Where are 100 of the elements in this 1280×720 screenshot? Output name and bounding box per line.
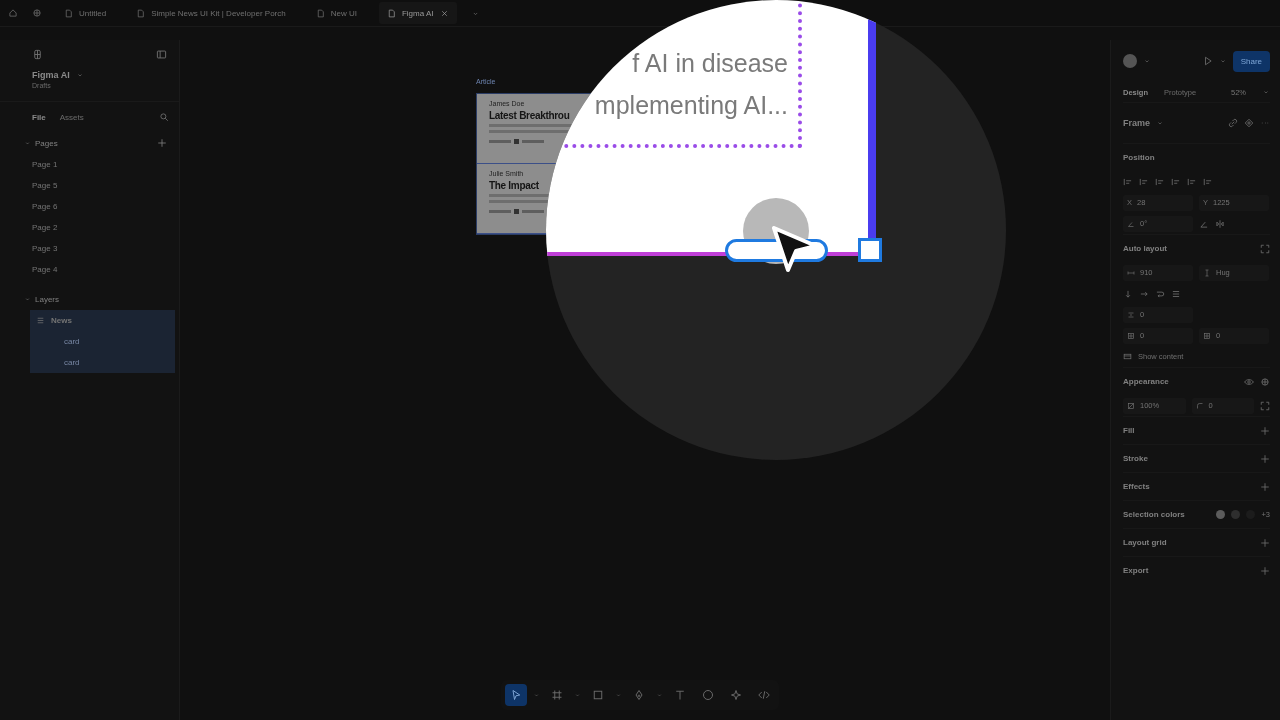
- avatar[interactable]: [1123, 54, 1137, 68]
- tab[interactable]: Simple News UI Kit | Developer Porch: [128, 2, 294, 24]
- layer-row[interactable]: News: [30, 310, 175, 331]
- file-icon: [136, 8, 146, 18]
- opacity-icon: [1127, 401, 1135, 410]
- add-icon[interactable]: [1260, 565, 1270, 576]
- align-icon[interactable]: [1171, 176, 1181, 187]
- meta-placeholder: [489, 140, 511, 143]
- section-title: Stroke: [1123, 454, 1148, 463]
- panel-tab[interactable]: File: [32, 112, 46, 122]
- code-tool-icon[interactable]: [758, 689, 770, 701]
- actions-tool-icon[interactable]: [730, 689, 742, 701]
- add-icon[interactable]: [1260, 453, 1270, 464]
- meta-placeholder: [489, 210, 511, 213]
- frame-type[interactable]: Frame: [1123, 118, 1150, 128]
- section-title: Effects: [1123, 482, 1150, 491]
- move-tool-icon[interactable]: [510, 689, 522, 701]
- arrowdown-icon[interactable]: [1123, 288, 1133, 299]
- tab[interactable]: Figma AI: [378, 2, 457, 24]
- page-item[interactable]: Page 1: [32, 160, 58, 169]
- zoomed-text: mplementing AI...: [594, 90, 788, 121]
- present-icon[interactable]: [1202, 56, 1213, 66]
- page-item[interactable]: Page 6: [32, 202, 58, 211]
- file-icon: [315, 8, 325, 18]
- caret-icon[interactable]: [656, 691, 663, 699]
- chevron-icon[interactable]: [1262, 88, 1270, 96]
- caret-icon[interactable]: [533, 691, 540, 699]
- resize-icon[interactable]: [1260, 243, 1270, 254]
- home-icon[interactable]: [8, 8, 18, 18]
- caret-icon[interactable]: [24, 139, 31, 147]
- page-item[interactable]: Page 4: [32, 265, 58, 274]
- text-tool-icon[interactable]: [674, 689, 686, 701]
- card-title: Latest Breakthrou: [489, 110, 571, 121]
- image-icon: [514, 139, 519, 144]
- align-icon[interactable]: [1123, 176, 1133, 187]
- share-button[interactable]: Share: [1232, 50, 1270, 72]
- zoomed-text: f AI in disease: [632, 48, 788, 79]
- align-icon[interactable]: [1139, 176, 1149, 187]
- rectangle-tool-icon[interactable]: [592, 689, 604, 701]
- component-icon[interactable]: [1244, 118, 1254, 128]
- section-title: Export: [1123, 566, 1149, 575]
- section-title: Layers: [35, 294, 59, 304]
- add-page-icon[interactable]: [157, 138, 167, 148]
- content-icon: [1123, 352, 1132, 361]
- panel-toggle-icon[interactable]: [156, 48, 167, 60]
- globe-icon[interactable]: [32, 8, 42, 18]
- caret-icon[interactable]: [24, 295, 31, 303]
- visibility-icon[interactable]: [1244, 376, 1254, 387]
- wrap-icon[interactable]: [1155, 288, 1165, 299]
- close-icon[interactable]: [439, 8, 449, 18]
- chevron-icon[interactable]: [75, 71, 84, 79]
- ellipse-tool-icon[interactable]: [702, 689, 714, 701]
- card-title: The Impact: [489, 180, 540, 191]
- corner-handle[interactable]: [858, 238, 882, 262]
- gap-icon: [1127, 310, 1135, 319]
- align-icon[interactable]: [1187, 176, 1197, 187]
- section-title: Fill: [1123, 426, 1135, 435]
- layer-row[interactable]: card: [30, 331, 175, 352]
- page-item[interactable]: Page 5: [32, 181, 58, 190]
- caret-icon[interactable]: [615, 691, 622, 699]
- page-item[interactable]: Page 3: [32, 244, 58, 253]
- meta-placeholder: [522, 140, 544, 143]
- section-title: Auto layout: [1123, 244, 1167, 253]
- link-icon[interactable]: [1228, 118, 1238, 128]
- image-icon: [514, 209, 519, 214]
- pen-tool-icon[interactable]: [633, 689, 645, 701]
- panel-tab[interactable]: Assets: [59, 112, 84, 122]
- meta-placeholder: [522, 210, 544, 213]
- chevron-icon[interactable]: [1156, 119, 1164, 127]
- color-swatch[interactable]: [1216, 510, 1226, 519]
- color-swatch[interactable]: [1231, 510, 1241, 519]
- add-icon[interactable]: [1260, 425, 1270, 436]
- frame-tool-icon[interactable]: [551, 689, 563, 701]
- tab[interactable]: New UI: [307, 2, 365, 24]
- rotate-icon: [1127, 219, 1135, 228]
- chevron-icon[interactable]: [1218, 57, 1227, 65]
- tab[interactable]: Untitled: [56, 2, 115, 24]
- file-icon: [386, 8, 396, 18]
- search-icon[interactable]: [159, 112, 169, 122]
- page-item[interactable]: Page 2: [32, 223, 58, 232]
- chevron-icon[interactable]: [1143, 57, 1151, 65]
- corner-icon: [1195, 401, 1204, 410]
- section-title: Appearance: [1123, 377, 1169, 386]
- grid-flow-icon[interactable]: [1171, 288, 1181, 299]
- file-name[interactable]: Figma AI: [32, 70, 70, 80]
- section-title: Position: [1123, 153, 1155, 162]
- flip-icon[interactable]: [1215, 218, 1225, 229]
- add-icon[interactable]: [1260, 481, 1270, 492]
- align-icon[interactable]: [1203, 176, 1213, 187]
- pad-icon: [1203, 331, 1211, 340]
- caret-icon[interactable]: [574, 691, 581, 699]
- add-icon[interactable]: [1260, 537, 1270, 548]
- corners-icon[interactable]: [1260, 400, 1270, 411]
- file-icon: [64, 8, 73, 18]
- height-icon: [1203, 268, 1211, 277]
- section-title: Pages: [35, 138, 58, 148]
- pad-icon: [1127, 331, 1135, 340]
- section-title: Selection colors: [1123, 510, 1185, 519]
- align-icon[interactable]: [1155, 176, 1165, 187]
- layer-row[interactable]: card: [30, 352, 175, 373]
